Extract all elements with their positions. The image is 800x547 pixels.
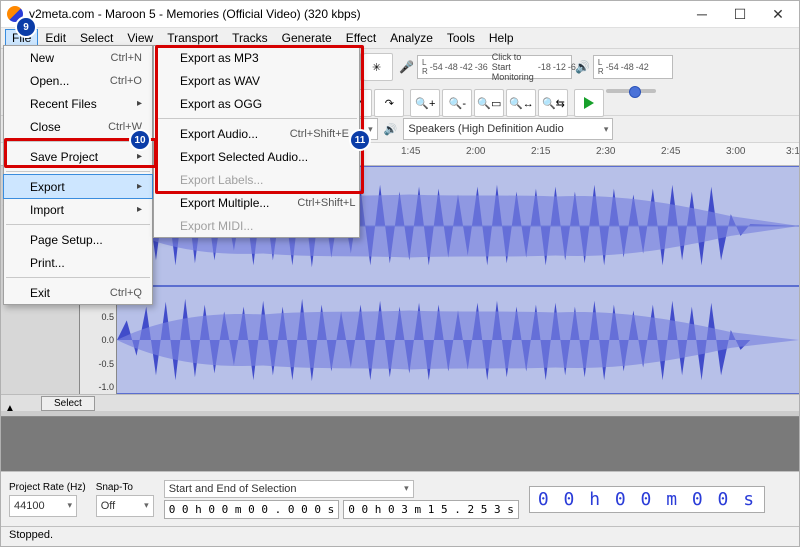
menu-help[interactable]: Help (482, 29, 521, 47)
maximize-button[interactable]: ☐ (721, 2, 759, 26)
playback-meter[interactable]: LR -54 -48 -42 (593, 55, 673, 79)
zoom-fit-button[interactable]: 🔍↔ (506, 89, 536, 117)
play-device-combo[interactable]: Speakers (High Definition Audio▾ (403, 118, 613, 140)
step-badge-10: 10 (129, 129, 151, 151)
play-meter-icon: 🔊 (575, 60, 590, 74)
file-print[interactable]: Print... (4, 251, 152, 274)
rec-meter-icon: 🎤 (399, 60, 414, 74)
export-mp3[interactable]: Export as MP3 (154, 46, 359, 69)
file-import[interactable]: Import▸ (4, 198, 152, 221)
waveform-right[interactable] (117, 286, 799, 394)
file-menu-dropdown: NewCtrl+N Open...Ctrl+O Recent Files▸ Cl… (3, 45, 153, 305)
select-track-button[interactable]: Select (41, 396, 95, 411)
file-open[interactable]: Open...Ctrl+O (4, 69, 152, 92)
file-page-setup[interactable]: Page Setup... (4, 228, 152, 251)
multi-tool[interactable]: ✳ (363, 53, 393, 81)
file-save-project[interactable]: Save Project▸ (4, 145, 152, 168)
file-exit[interactable]: ExitCtrl+Q (4, 281, 152, 304)
export-wav[interactable]: Export as WAV (154, 69, 359, 92)
svg-text:✳: ✳ (372, 62, 381, 74)
zoom-out-button[interactable]: 🔍- (442, 89, 472, 117)
selection-end[interactable]: 0 0 h 0 3 m 1 5 . 2 5 3 s (343, 500, 519, 519)
app-window: y2meta.com - Maroon 5 - Memories (Offici… (0, 0, 800, 547)
selection-toolbar: Project Rate (Hz) 44100▾ Snap-To Off▾ St… (1, 471, 799, 526)
empty-track-space[interactable] (1, 417, 799, 471)
export-multiple[interactable]: Export Multiple...Ctrl+Shift+L (154, 191, 359, 214)
snap-combo[interactable]: Off▾ (96, 495, 154, 517)
export-ogg[interactable]: Export as OGG (154, 92, 359, 115)
snap-label: Snap-To (96, 482, 154, 493)
zoom-in-button[interactable]: 🔍+ (410, 89, 440, 117)
recording-meter[interactable]: LR -54 -48 -42 -36 Click to Start Monito… (417, 55, 572, 79)
window-title: y2meta.com - Maroon 5 - Memories (Offici… (29, 7, 683, 21)
play-at-speed-button[interactable] (574, 89, 604, 117)
meter-hint: Click to Start Monitoring (492, 52, 534, 82)
export-selected[interactable]: Export Selected Audio... (154, 145, 359, 168)
export-labels: Export Labels... (154, 168, 359, 191)
export-midi: Export MIDI... (154, 214, 359, 237)
minimize-button[interactable]: ─ (683, 2, 721, 26)
export-submenu: Export as MP3 Export as WAV Export as OG… (153, 45, 360, 238)
file-export[interactable]: Export▸ (3, 174, 153, 199)
menu-tools[interactable]: Tools (440, 29, 482, 47)
step-badge-11: 11 (349, 129, 371, 151)
audio-position[interactable]: 0 0 h 0 0 m 0 0 s (529, 486, 765, 513)
close-button[interactable]: ✕ (759, 2, 797, 26)
status-bar: Stopped. (1, 526, 799, 547)
file-new[interactable]: NewCtrl+N (4, 46, 152, 69)
file-recent[interactable]: Recent Files▸ (4, 92, 152, 115)
menu-analyze[interactable]: Analyze (383, 29, 440, 47)
selection-mode-combo[interactable]: Start and End of Selection▾ (164, 480, 414, 498)
project-rate-combo[interactable]: 44100▾ (9, 495, 77, 517)
playback-speed-slider[interactable] (606, 89, 656, 93)
track-select-bar: Select (1, 394, 799, 411)
export-audio[interactable]: Export Audio...Ctrl+Shift+E (154, 122, 359, 145)
selection-start[interactable]: 0 0 h 0 0 m 0 0 . 0 0 0 s (164, 500, 340, 519)
zoom-sel-button[interactable]: 🔍▭ (474, 89, 504, 117)
speaker-device-icon: 🔊 (384, 123, 398, 136)
status-text: Stopped. (9, 529, 53, 541)
step-badge-9: 9 (15, 16, 37, 38)
zoom-toggle-button[interactable]: 🔍⇆ (538, 89, 568, 117)
titlebar: y2meta.com - Maroon 5 - Memories (Offici… (1, 1, 799, 28)
project-rate-label: Project Rate (Hz) (9, 482, 86, 493)
redo-button[interactable]: ↷ (374, 89, 404, 117)
